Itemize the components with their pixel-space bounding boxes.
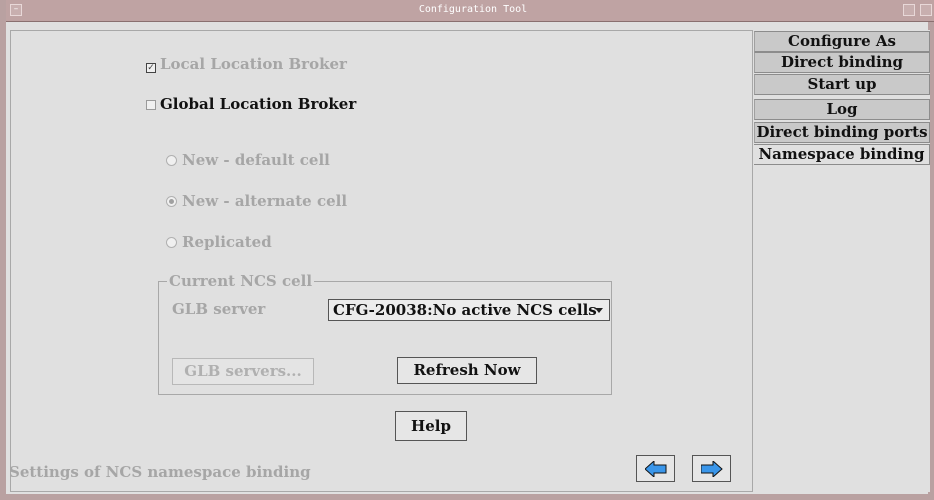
radio-new-alternate-cell-label: New - alternate cell (182, 192, 348, 210)
window-title: Configuration Tool (418, 4, 528, 15)
radio-new-default-cell-label: New - default cell (182, 151, 330, 169)
radio-replicated[interactable]: Replicated (166, 233, 272, 251)
forward-button[interactable] (692, 455, 731, 482)
arrow-right-icon (701, 461, 723, 477)
main-panel: ✓ Local Location Broker Global Location B… (9, 30, 753, 492)
global-location-broker-checkbox[interactable]: Global Location Broker (146, 95, 356, 113)
glb-server-label: GLB server (172, 300, 266, 318)
tab-direct-binding[interactable]: Direct binding (754, 52, 930, 73)
current-ncs-cell-legend: Current NCS cell (167, 272, 315, 290)
checkbox-checked-icon: ✓ (146, 63, 156, 73)
title-bar[interactable]: – Configuration Tool (6, 0, 934, 22)
radio-icon (166, 155, 177, 166)
global-location-broker-label: Global Location Broker (160, 95, 357, 113)
tab-strip: Configure As Direct binding Start up Log… (754, 30, 930, 492)
radio-replicated-label: Replicated (182, 233, 272, 251)
status-text: Settings of NCS namespace binding (9, 463, 311, 481)
tab-configure-as[interactable]: Configure As (754, 31, 930, 52)
arrow-left-icon (645, 461, 667, 477)
local-location-broker-checkbox[interactable]: ✓ Local Location Broker (146, 55, 347, 73)
minimize-icon[interactable] (903, 4, 915, 16)
maximize-icon[interactable] (920, 4, 932, 16)
tab-start-up[interactable]: Start up (754, 74, 930, 95)
refresh-now-button[interactable]: Refresh Now (397, 357, 537, 384)
tab-namespace-binding[interactable]: Namespace binding (754, 144, 930, 165)
radio-selected-icon (166, 196, 177, 207)
glb-servers-button[interactable]: GLB servers... (172, 358, 314, 385)
tab-direct-binding-ports[interactable]: Direct binding ports (754, 122, 930, 143)
radio-icon (166, 237, 177, 248)
glb-server-value: CFG-20038:No active NCS cells (333, 301, 597, 319)
checkbox-unchecked-icon (146, 100, 156, 110)
local-location-broker-label: Local Location Broker (160, 55, 347, 73)
radio-new-default-cell[interactable]: New - default cell (166, 151, 330, 169)
tab-log[interactable]: Log (754, 99, 930, 120)
back-button[interactable] (636, 455, 675, 482)
chevron-down-icon (595, 308, 603, 313)
help-button[interactable]: Help (395, 411, 467, 441)
glb-server-dropdown[interactable]: CFG-20038:No active NCS cells (328, 299, 610, 321)
radio-new-alternate-cell[interactable]: New - alternate cell (166, 192, 347, 210)
